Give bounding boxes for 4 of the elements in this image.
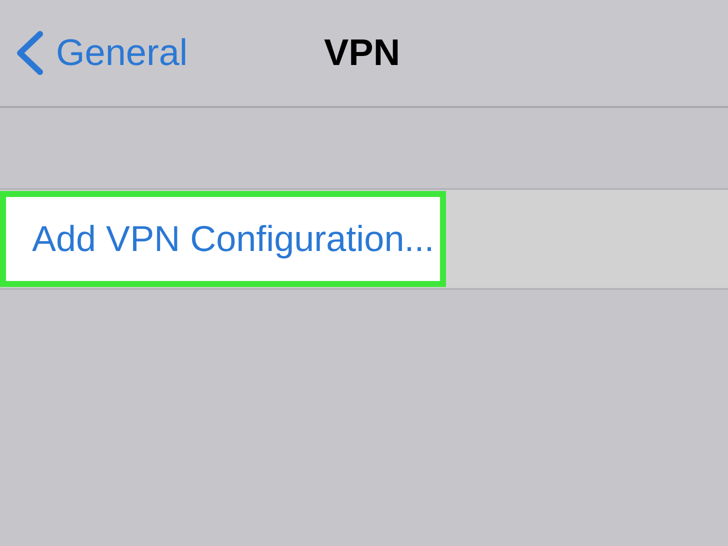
back-button[interactable]: General: [0, 25, 188, 81]
add-configuration-button[interactable]: Add VPN Configuration...: [0, 191, 446, 287]
back-chevron-icon: [14, 31, 44, 75]
screen-title: VPN: [324, 31, 400, 76]
